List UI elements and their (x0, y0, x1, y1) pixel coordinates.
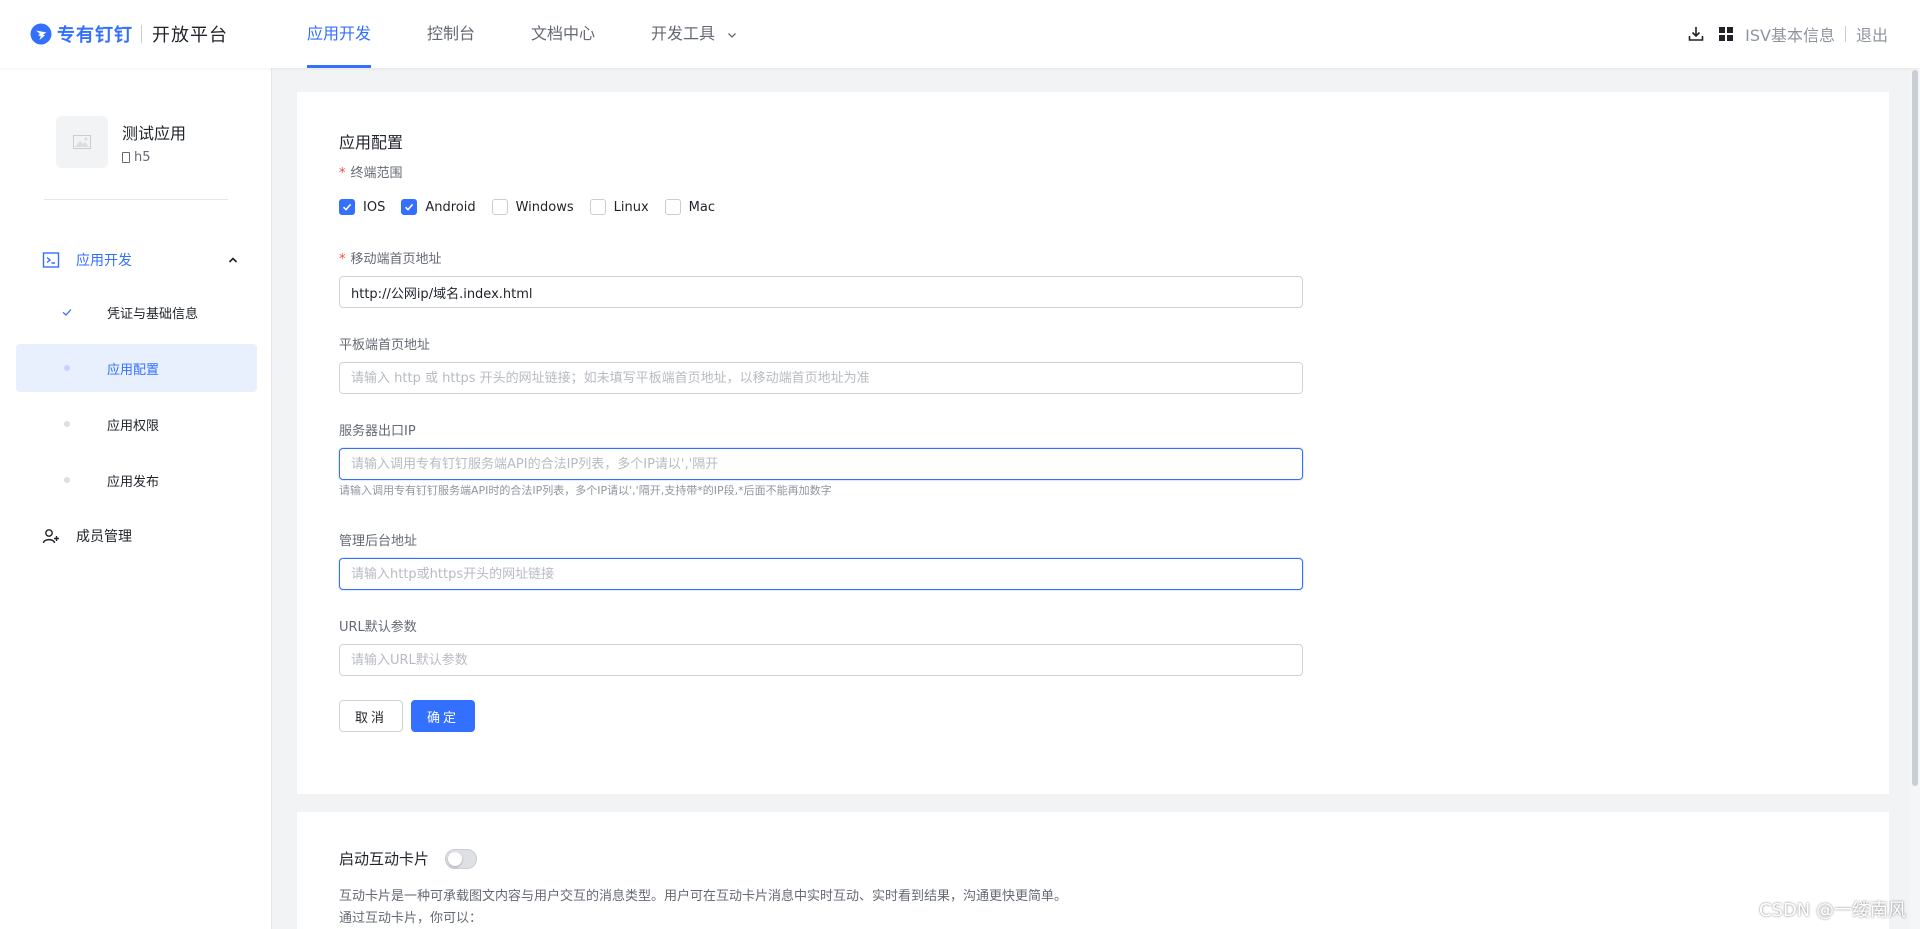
server-ip-hint: 请输入调用专有钉钉服务端API时的合法IP列表，多个IP请以','隔开,支持带*… (339, 484, 832, 497)
nav-tab-app-dev[interactable]: 应用开发 (307, 0, 372, 68)
admin-url-label: 管理后台地址 (339, 534, 418, 549)
checkbox-label: Android (425, 199, 476, 215)
tablet-url-label: 平板端首页地址 (339, 338, 431, 353)
app-config-card: 应用配置 * 终端范围 IOS Android Windows Linux Mac (297, 92, 1889, 794)
nav-tab-dev-tools[interactable]: 开发工具 (651, 0, 738, 68)
checkbox-box (589, 199, 606, 215)
interactive-card-section: 启动互动卡片 互动卡片是一种可承载图文内容与用户交互的消息类型。用户可在互动卡片… (297, 812, 1889, 929)
app-type-label: h5 (134, 149, 151, 165)
sidebar-group-label: 成员管理 (76, 529, 132, 545)
checkbox-mac[interactable]: Mac (664, 199, 715, 215)
checkbox-box (339, 199, 355, 215)
add-user-icon (42, 529, 59, 544)
sidebar: 测试应用 h5 应用开发 凭证与基础信息 应用配置 应用权限 应用发布 成员管理 (0, 68, 272, 929)
sidebar-item-label: 凭证与基础信息 (107, 306, 199, 322)
app-card: 测试应用 h5 (56, 116, 186, 168)
app-name: 测试应用 (122, 123, 187, 143)
terminal-icon (42, 252, 60, 268)
checkbox-windows[interactable]: Windows (491, 199, 574, 215)
interactive-card-title: 启动互动卡片 (339, 850, 430, 868)
section-title: 应用配置 (339, 133, 404, 152)
chevron-up-icon (228, 257, 238, 263)
download-icon[interactable] (1687, 25, 1705, 43)
cancel-button[interactable]: 取消 (339, 700, 403, 732)
brand[interactable]: 专有钉钉 开放平台 (30, 21, 228, 47)
sidebar-item-label: 应用配置 (107, 362, 160, 378)
isv-info-link[interactable]: ISV基本信息 (1745, 22, 1835, 46)
sidebar-item-permissions[interactable]: 应用权限 (16, 400, 257, 448)
sidebar-item-label: 应用发布 (107, 474, 160, 490)
logout-link[interactable]: 退出 (1856, 22, 1888, 46)
checkbox-label: IOS (363, 199, 386, 215)
checkbox-label: Mac (688, 199, 715, 215)
top-navbar: 专有钉钉 开放平台 应用开发 控制台 文档中心 开发工具 ISV基本信息 退出 (0, 0, 1920, 68)
url-params-input[interactable] (339, 644, 1303, 676)
grid-apps-icon[interactable] (1717, 25, 1735, 43)
checkbox-label: Windows (515, 199, 574, 215)
checkbox-box (401, 199, 418, 215)
mobile-url-label: * 移动端首页地址 (339, 248, 442, 267)
page-scrollbar[interactable] (1910, 68, 1920, 929)
step-dot (64, 477, 70, 483)
checkmark-icon (405, 203, 414, 211)
sidebar-item-publish[interactable]: 应用发布 (16, 456, 257, 504)
terminal-range-options: IOS Android Windows Linux Mac (339, 197, 731, 217)
checkbox-label: Linux (613, 199, 649, 215)
sidebar-group-app-dev[interactable]: 应用开发 (16, 236, 257, 284)
nav-tab-label: 应用开发 (307, 24, 372, 43)
interactive-card-subtitle: 通过互动卡片，你可以： (339, 911, 483, 926)
required-mark: * (339, 166, 346, 181)
app-avatar (56, 116, 108, 168)
confirm-button[interactable]: 确定 (411, 700, 475, 732)
nav-tab-docs[interactable]: 文档中心 (531, 0, 595, 68)
scrollbar-thumb[interactable] (1912, 70, 1918, 786)
mobile-url-input[interactable] (339, 276, 1303, 308)
checkbox-box (664, 199, 681, 215)
mobile-phone-icon (122, 151, 130, 163)
brand-name: 专有钉钉 (57, 25, 133, 46)
nav-divider (1844, 26, 1846, 42)
mobile-url-label-text: 移动端首页地址 (350, 252, 442, 267)
url-params-label: URL默认参数 (339, 620, 417, 635)
app-type: h5 (122, 150, 186, 165)
watermark: CSDN @一缕南风 (1758, 900, 1906, 921)
brand-subtitle: 开放平台 (152, 25, 228, 46)
server-ip-label: 服务器出口IP (339, 424, 416, 439)
checkbox-ios[interactable]: IOS (339, 199, 385, 215)
nav-right-actions: ISV基本信息 退出 (1675, 0, 1888, 68)
image-placeholder-icon (73, 135, 91, 149)
sidebar-item-label: 应用权限 (107, 418, 160, 434)
interactive-card-description: 互动卡片是一种可承载图文内容与用户交互的消息类型。用户可在互动卡片消息中实时互动… (339, 889, 1068, 904)
checkmark-icon (342, 203, 352, 211)
brand-divider (141, 25, 142, 43)
admin-url-input[interactable] (339, 558, 1303, 590)
checkbox-linux[interactable]: Linux (589, 199, 649, 215)
step-dot (64, 421, 70, 427)
nav-tab-label: 开发工具 (651, 24, 716, 43)
nav-tab-label: 文档中心 (531, 24, 596, 43)
dingtalk-logo-icon (30, 23, 52, 45)
terminal-range-label: * 终端范围 (339, 162, 403, 181)
required-mark: * (339, 252, 346, 267)
check-icon (62, 309, 72, 316)
sidebar-item-credentials[interactable]: 凭证与基础信息 (16, 288, 257, 336)
checkbox-box (491, 199, 508, 215)
step-dot (64, 365, 70, 371)
sidebar-group-label: 应用开发 (76, 253, 132, 269)
terminal-range-label-text: 终端范围 (350, 166, 403, 181)
server-ip-input[interactable] (339, 448, 1303, 480)
interactive-card-toggle[interactable] (445, 848, 478, 869)
sidebar-item-app-config[interactable]: 应用配置 (16, 344, 257, 392)
sidebar-group-members[interactable]: 成员管理 (16, 512, 257, 560)
chevron-down-icon (728, 32, 737, 38)
nav-tab-label: 控制台 (427, 24, 476, 43)
tablet-url-input[interactable] (339, 362, 1303, 394)
checkbox-android[interactable]: Android (401, 199, 476, 215)
sidebar-divider (44, 199, 228, 200)
nav-tab-console[interactable]: 控制台 (427, 0, 475, 68)
